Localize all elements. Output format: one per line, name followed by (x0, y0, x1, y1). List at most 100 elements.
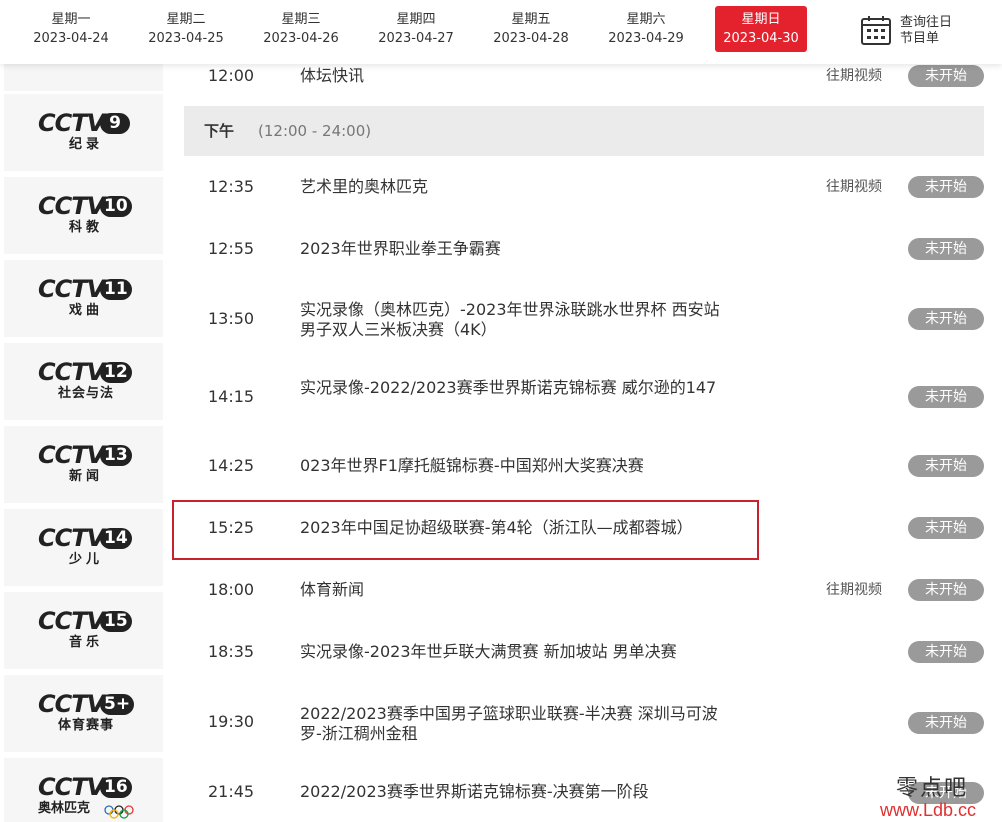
schedule-list: 12:00 体坛快讯 往期视频 未开始 下午 (12:00 - 24:00) 1… (184, 64, 984, 822)
replay-link[interactable]: 往期视频 (826, 581, 882, 599)
program-row[interactable]: 14:25 023年世界F1摩托艇锦标赛-中国郑州大奖赛决赛 未开始 (184, 436, 984, 498)
logo-brand: CCTV (38, 192, 105, 220)
channel-item-cctv10[interactable]: CCTV 10 科教 (4, 177, 163, 257)
day-tab-wed[interactable]: 星期三 2023-04-26 (255, 6, 347, 52)
channel-item-cctv14[interactable]: CCTV 14 少儿 (4, 509, 163, 589)
program-time: 18:35 (208, 642, 255, 661)
program-title: 2022/2023赛季世界斯诺克锦标赛-决赛第一阶段 (300, 782, 649, 801)
logo-channel-name: 社会与法 (57, 386, 114, 401)
channel-list: CCTV 9 纪录 CCTV 10 科教 CCTV 11 戏曲 CCTV 12 … (4, 64, 163, 822)
day-tab-thu[interactable]: 星期四 2023-04-27 (370, 6, 462, 52)
program-time: 19:30 (208, 712, 255, 731)
channel-item-cctv5plus[interactable]: CCTV 5+ 体育赛事 (4, 675, 163, 755)
cctv15-logo: CCTV 15 音乐 (38, 608, 134, 654)
cctv12-logo: CCTV 12 社会与法 (38, 359, 134, 405)
channel-item-partial[interactable] (4, 64, 163, 94)
channel-item-cctv12[interactable]: CCTV 12 社会与法 (4, 343, 163, 423)
day-tab-fri[interactable]: 星期五 2023-04-28 (485, 6, 577, 52)
program-row[interactable]: 19:30 2022/2023赛季中国男子篮球职业联赛-半决赛 深圳马可波罗-浙… (184, 684, 984, 762)
program-row-highlighted[interactable]: 15:25 2023年中国足协超级联赛-第4轮（浙江队—成都蓉城） 未开始 (184, 498, 984, 560)
logo-number: 13 (100, 445, 132, 466)
logo-number: 5+ (100, 694, 135, 715)
program-row[interactable]: 13:50 实况录像（奥林匹克）-2023年世界泳联跳水世界杯 西安站 男子双人… (184, 280, 984, 358)
watermark-url: www.Ldb.cc (880, 800, 977, 820)
logo-brand: CCTV (38, 690, 105, 718)
status-badge[interactable]: 未开始 (908, 517, 984, 539)
logo-number: 14 (100, 528, 132, 549)
day-weekday: 星期三 (281, 12, 321, 27)
channel-item-cctv15[interactable]: CCTV 15 音乐 (4, 592, 163, 672)
status-badge[interactable]: 未开始 (908, 176, 984, 198)
status-badge[interactable]: 未开始 (908, 455, 984, 477)
period-range: (12:00 - 24:00) (258, 122, 372, 140)
status-badge[interactable]: 未开始 (908, 712, 984, 734)
program-row[interactable]: 12:55 2023年世界职业拳王争霸赛 未开始 (184, 218, 984, 280)
logo-channel-name: 音乐 (68, 635, 103, 650)
day-weekday: 星期日 (741, 12, 781, 27)
cctv9-logo: CCTV 9 纪录 (38, 110, 134, 156)
program-title: 2023年世界职业拳王争霸赛 (300, 239, 501, 258)
day-date: 2023-04-28 (493, 31, 569, 46)
day-weekday: 星期二 (166, 12, 206, 27)
program-row[interactable]: 18:35 实况录像-2023年世乒联大满贯赛 新加坡站 男单决赛 未开始 (184, 622, 984, 684)
logo-number: 15 (100, 611, 132, 632)
program-title: 实况录像-2023年世乒联大满贯赛 新加坡站 男单决赛 (300, 642, 677, 661)
day-date: 2023-04-27 (378, 31, 454, 46)
program-title: 2023年中国足协超级联赛-第4轮（浙江队—成都蓉城） (300, 518, 693, 537)
program-title: 体育新闻 (300, 580, 365, 599)
day-date: 2023-04-30 (723, 31, 799, 46)
program-time: 18:00 (208, 580, 255, 599)
program-title: 023年世界F1摩托艇锦标赛-中国郑州大奖赛决赛 (300, 456, 644, 475)
program-time: 13:50 (208, 309, 255, 328)
day-tab-sun-active[interactable]: 星期日 2023-04-30 (715, 6, 807, 52)
channel-item-cctv13[interactable]: CCTV 13 新闻 (4, 426, 163, 506)
program-title: 实况录像-2022/2023赛季世界斯诺克锦标赛 威尔逊的147 (300, 378, 717, 397)
logo-channel-name: 少儿 (68, 552, 103, 567)
period-name: 下午 (204, 122, 235, 140)
status-badge[interactable]: 未开始 (908, 238, 984, 260)
cctv13-logo: CCTV 13 新闻 (38, 442, 134, 488)
olympic-rings-icon (104, 805, 134, 819)
status-badge[interactable]: 未开始 (908, 579, 984, 601)
day-date: 2023-04-25 (148, 31, 224, 46)
logo-channel-name: 体育赛事 (57, 718, 114, 733)
cctv16-logo: CCTV 16 奥林匹克 (38, 774, 134, 820)
history-label: 查询往日 节目单 (900, 15, 970, 47)
cctv14-logo: CCTV 14 少儿 (38, 525, 134, 571)
program-row[interactable]: 18:00 体育新闻 往期视频 未开始 (184, 560, 984, 622)
program-row[interactable]: 14:15 实况录像-2022/2023赛季世界斯诺克锦标赛 威尔逊的147 未… (184, 358, 984, 436)
program-time: 14:25 (208, 456, 255, 475)
program-time: 12:35 (208, 177, 255, 196)
replay-link[interactable]: 往期视频 (826, 67, 882, 85)
status-badge[interactable]: 未开始 (908, 386, 984, 408)
logo-number: 16 (100, 777, 132, 798)
day-date: 2023-04-26 (263, 31, 339, 46)
program-row[interactable]: 12:35 艺术里的奥林匹克 往期视频 未开始 (184, 156, 984, 218)
watermark-text: 零点吧 (896, 776, 969, 801)
program-row-partial[interactable]: 12:00 体坛快讯 往期视频 未开始 (184, 64, 984, 104)
logo-channel-name: 戏曲 (68, 303, 103, 318)
status-badge[interactable]: 未开始 (908, 641, 984, 663)
replay-link[interactable]: 往期视频 (826, 178, 882, 196)
day-tab-mon[interactable]: 星期一 2023-04-24 (25, 6, 117, 52)
logo-number: 10 (100, 196, 132, 217)
logo-brand: CCTV (38, 607, 105, 635)
program-title: 实况录像（奥林匹克）-2023年世界泳联跳水世界杯 西安站 男子双人三米板决赛（… (300, 300, 720, 339)
day-tab-tue[interactable]: 星期二 2023-04-25 (140, 6, 232, 52)
channel-item-cctv16[interactable]: CCTV 16 奥林匹克 (4, 758, 163, 822)
logo-channel-name: 新闻 (68, 469, 103, 484)
calendar-icon (861, 16, 891, 45)
logo-number: 9 (100, 113, 130, 134)
logo-brand: CCTV (38, 524, 105, 552)
history-schedule-button[interactable]: 查询往日 节目单 (860, 12, 970, 52)
day-tab-sat[interactable]: 星期六 2023-04-29 (600, 6, 692, 52)
channel-item-cctv9[interactable]: CCTV 9 纪录 (4, 94, 163, 174)
channel-item-cctv11[interactable]: CCTV 11 戏曲 (4, 260, 163, 340)
logo-brand: CCTV (38, 275, 105, 303)
program-time: 14:15 (208, 387, 255, 406)
status-badge[interactable]: 未开始 (908, 65, 984, 87)
program-row[interactable]: 21:45 2022/2023赛季世界斯诺克锦标赛-决赛第一阶段 未开始 (184, 762, 984, 822)
status-badge[interactable]: 未开始 (908, 308, 984, 330)
program-time: 15:25 (208, 518, 255, 537)
program-time: 12:55 (208, 239, 255, 258)
